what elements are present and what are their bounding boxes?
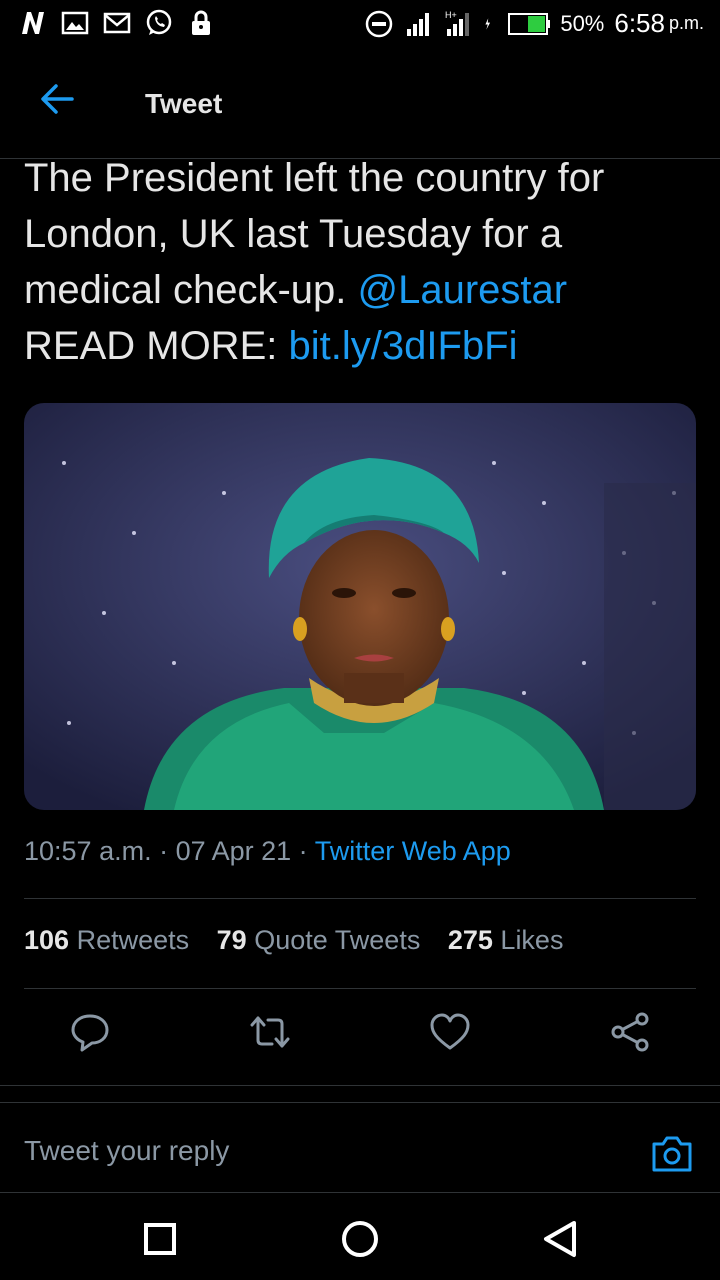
divider — [0, 1102, 720, 1103]
battery-icon — [508, 12, 551, 35]
dnd-icon — [366, 10, 393, 37]
like-heart-icon[interactable] — [428, 1010, 472, 1054]
read-more-label: READ MORE: — [24, 324, 289, 368]
tweet-timestamp: 10:57 a.m. · 07 Apr 21 · Twitter Web App — [24, 836, 511, 867]
page-title: Tweet — [145, 88, 223, 119]
divider — [0, 1085, 720, 1086]
tweet-date: 07 Apr 21 — [175, 836, 292, 866]
home-circle-icon[interactable] — [340, 1219, 380, 1259]
share-icon[interactable] — [608, 1010, 652, 1054]
tweet-media-image[interactable] — [24, 403, 696, 810]
tweet-text: The President left the country for Londo… — [24, 150, 704, 374]
status-bar-right: H+ 50% 6:58 p.m. — [364, 8, 704, 39]
signal-icon — [407, 12, 430, 36]
tweet-actions — [0, 1010, 720, 1070]
recents-square-icon[interactable] — [140, 1219, 180, 1259]
n-icon — [22, 12, 44, 34]
battery-percent: 50% — [560, 10, 605, 36]
tweet-source-link[interactable]: Twitter Web App — [315, 836, 511, 866]
divider — [24, 988, 696, 989]
divider — [24, 898, 696, 899]
quote-tweets-label: Quote Tweets — [254, 925, 421, 955]
app-header: Tweet — [0, 60, 720, 159]
status-bar: H+ 50% 6:58 p.m. — [0, 0, 720, 52]
camera-icon[interactable] — [650, 1134, 694, 1174]
quote-tweets-count: 79 — [216, 925, 247, 955]
gmail-icon — [103, 12, 131, 34]
clock-ampm: p.m. — [668, 13, 704, 33]
likes-count: 275 — [447, 925, 493, 955]
tweet-time: 10:57 a.m. — [24, 836, 152, 866]
status-bar-left — [18, 8, 216, 38]
likes-label: Likes — [500, 925, 564, 955]
system-nav-bar — [0, 1193, 720, 1280]
signal-hplus-icon: H+ — [445, 10, 470, 36]
back-arrow-icon[interactable] — [36, 78, 78, 120]
retweets-stat[interactable]: 106 Retweets — [24, 925, 189, 955]
clock-time: 6:58 — [614, 8, 665, 38]
url-link[interactable]: bit.ly/3dIFbFi — [288, 324, 517, 368]
meta-separator: · — [291, 836, 315, 866]
lock-icon — [192, 10, 210, 35]
gallery-icon — [61, 11, 89, 35]
mention-link[interactable]: @Laurestar — [357, 268, 567, 312]
tweet-detail-screen: H+ 50% 6:58 p.m. Tweet The President lef… — [0, 0, 720, 1280]
retweets-count: 106 — [24, 925, 70, 955]
reply-icon[interactable] — [68, 1010, 112, 1054]
back-triangle-icon[interactable] — [540, 1219, 580, 1259]
retweet-icon[interactable] — [248, 1010, 292, 1054]
meta-separator: · — [151, 836, 176, 866]
reply-input[interactable]: Tweet your reply — [24, 1135, 229, 1167]
likes-stat[interactable]: 275 Likes — [448, 925, 564, 955]
charging-icon — [485, 17, 491, 30]
network-type-label: H+ — [445, 10, 457, 20]
quote-tweets-stat[interactable]: 79 Quote Tweets — [217, 925, 421, 955]
tweet-stats: 106 Retweets 79 Quote Tweets 275 Likes — [24, 925, 583, 956]
retweets-label: Retweets — [76, 925, 190, 955]
whatsapp-icon — [146, 9, 172, 35]
